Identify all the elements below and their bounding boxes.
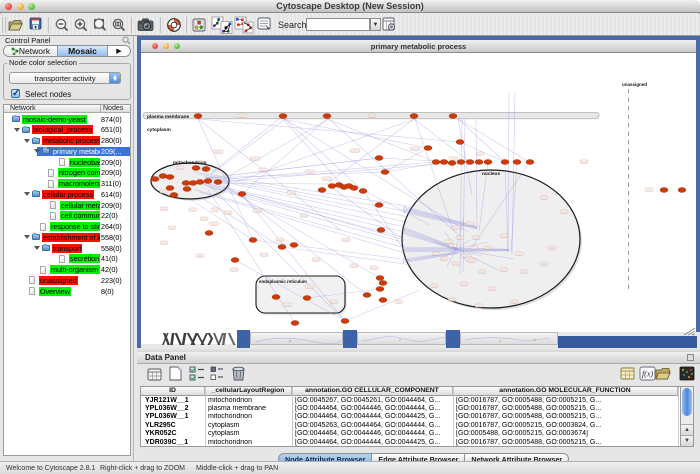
svg-text:f(x): f(x) <box>642 370 653 379</box>
svg-text:mitochondrion: mitochondrion <box>173 160 207 166</box>
svg-text:plasma membrane: plasma membrane <box>147 114 189 120</box>
svg-text:cytoplasm: cytoplasm <box>147 127 171 133</box>
svg-text:unassigned: unassigned <box>622 82 647 87</box>
svg-text:nucleus: nucleus <box>482 171 500 177</box>
svg-text:endoplasmic reticulum: endoplasmic reticulum <box>259 279 307 284</box>
